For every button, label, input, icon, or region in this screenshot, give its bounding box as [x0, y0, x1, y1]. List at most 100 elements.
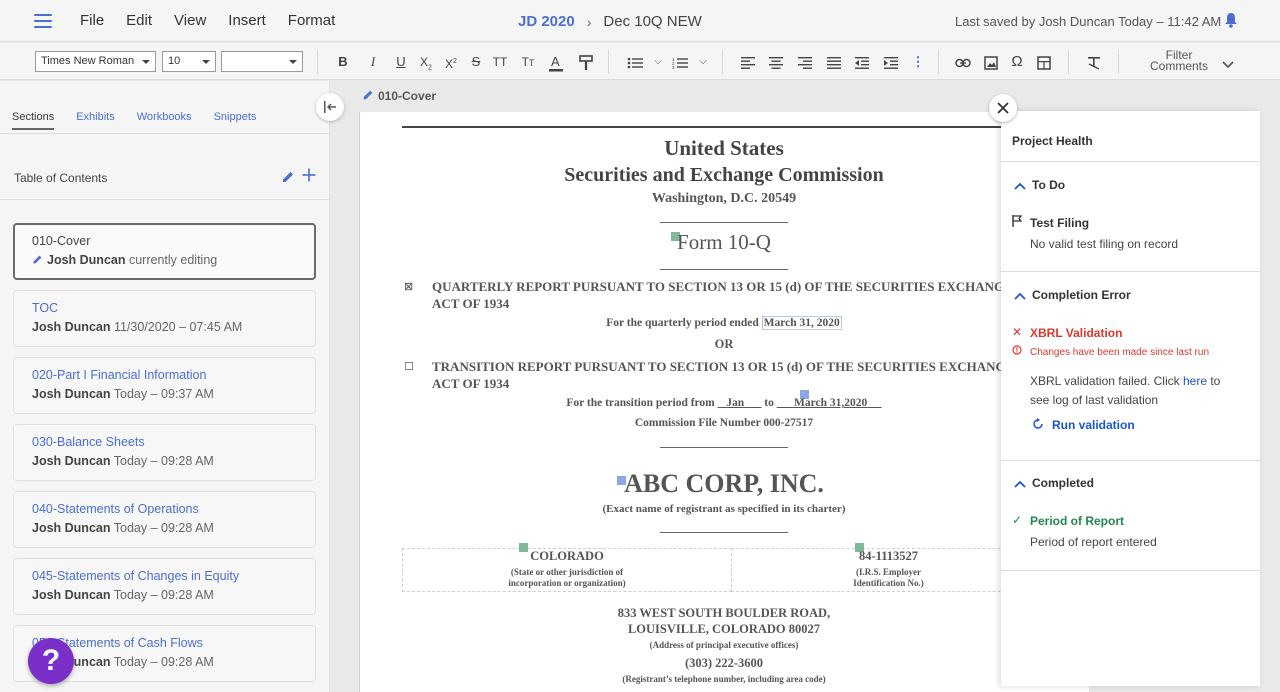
font-size-select[interactable]: 10 [162, 51, 216, 72]
quarterly-report-line-1: QUARTERLY REPORT PURSUANT TO SECTION 13 … [432, 279, 1013, 294]
font-color-icon[interactable]: A [548, 52, 564, 72]
table-icon[interactable] [1036, 52, 1052, 72]
doc-city: Washington, D.C. 20549 [651, 191, 797, 206]
section-card[interactable]: 030-Balance Sheets Josh Duncan Today – 0… [13, 424, 316, 481]
bold-icon[interactable]: B [335, 52, 351, 72]
special-character-icon[interactable]: Ω [1009, 52, 1025, 72]
run-validation-label: Run validation [1052, 418, 1135, 432]
align-right-icon[interactable] [797, 52, 813, 72]
chevron-down-icon[interactable]: ⌵ [695, 52, 711, 72]
format-painter-icon[interactable] [578, 52, 594, 72]
bullet-list-icon[interactable] [627, 52, 643, 72]
plus-icon[interactable] [302, 168, 316, 187]
align-left-icon[interactable] [740, 52, 756, 72]
error-text-prefix: XBRL validation failed. Click [1030, 374, 1180, 388]
section-meta: Josh Duncan 11/30/2020 – 07:45 AM [32, 320, 297, 334]
menu-edit[interactable]: Edit [126, 12, 152, 29]
error-x-icon: ✕ [1012, 325, 1023, 339]
font-family-select[interactable]: Times New Roman [35, 51, 156, 72]
transition-from-value[interactable]: Jan [718, 397, 762, 409]
pencil-icon[interactable] [281, 170, 295, 189]
transition-to-value[interactable]: March 31,2020 [777, 397, 882, 409]
error-heading: Completion Error [1032, 288, 1131, 302]
top-bar: File Edit View Insert Format JD 2020 › D… [0, 0, 1280, 42]
state-value[interactable]: COLORADO [402, 549, 732, 564]
tab-exhibits[interactable]: Exhibits [76, 111, 115, 130]
section-title: TOC [32, 301, 59, 315]
style-select[interactable] [221, 51, 303, 72]
superscript-icon[interactable]: X2 [443, 52, 459, 72]
align-center-icon[interactable] [768, 52, 784, 72]
panel-title: Project Health [1012, 134, 1093, 148]
checked-box-icon[interactable]: ⊠ [404, 280, 413, 293]
error-item-text-2: see log of last validation [1030, 393, 1159, 407]
quarter-period-line: For the quarterly period ended March 31,… [360, 316, 1088, 330]
ein-value[interactable]: 84-1113527 [731, 549, 1046, 564]
small-caps-icon[interactable]: TT [520, 52, 536, 72]
indent-icon[interactable] [883, 52, 899, 72]
menu-view[interactable]: View [174, 12, 206, 29]
all-caps-icon[interactable]: TT [492, 52, 508, 72]
menu-icon[interactable] [34, 14, 52, 28]
todo-heading: To Do [1032, 178, 1066, 192]
section-card[interactable]: TOC Josh Duncan 11/30/2020 – 07:45 AM [13, 290, 316, 347]
quarter-period-value[interactable]: March 31, 2020 [761, 316, 842, 330]
justify-icon[interactable] [826, 52, 842, 72]
state-caption-1: (State or other jurisdiction of [510, 567, 624, 577]
section-user: Josh Duncan [47, 253, 126, 267]
address-line-2: LOUISVILLE, COLORADO 80027 [627, 622, 821, 636]
link-icon[interactable] [955, 52, 971, 72]
divider [1001, 271, 1260, 272]
tab-snippets[interactable]: Snippets [214, 111, 257, 130]
section-card[interactable]: 045-Statements of Changes in Equity Josh… [13, 558, 316, 615]
todo-section-header[interactable]: To Do [1014, 178, 1065, 192]
chevron-down-icon[interactable]: ⌵ [650, 52, 666, 72]
tab-sections[interactable]: Sections [12, 111, 55, 130]
tab-workbooks[interactable]: Workbooks [137, 111, 192, 130]
alert-circle-icon [1012, 345, 1022, 358]
ein-field: 84-1113527 (I.R.S. Employer Identificati… [731, 549, 1046, 589]
chevron-up-icon [1014, 480, 1026, 488]
completed-section-header[interactable]: Completed [1014, 476, 1094, 490]
collapse-panel-button[interactable] [316, 93, 344, 121]
error-section-header[interactable]: Completion Error [1014, 288, 1131, 302]
run-validation-button[interactable]: Run validation [1032, 418, 1135, 432]
ein-caption-1: (I.R.S. Employer [856, 567, 921, 577]
section-card[interactable]: 020-Part I Financial Information Josh Du… [13, 357, 316, 414]
filter-comments-button[interactable]: Filter Comments [1146, 49, 1212, 72]
clear-formatting-icon[interactable] [1086, 52, 1102, 72]
close-button[interactable] [989, 94, 1017, 122]
breadcrumb-project[interactable]: JD 2020 [518, 13, 575, 30]
numbered-list-icon[interactable]: 123 [672, 52, 688, 72]
validation-log-link[interactable]: here [1183, 374, 1207, 388]
menu-format[interactable]: Format [288, 12, 336, 29]
chevron-down-icon[interactable] [1222, 56, 1234, 74]
company-name: ABC CORP, INC. [624, 469, 824, 498]
strikethrough-icon[interactable]: S [468, 52, 484, 72]
outdent-icon[interactable] [854, 52, 870, 72]
section-card[interactable]: 040-Statements of Operations Josh Duncan… [13, 491, 316, 548]
divider [1001, 161, 1260, 162]
help-button[interactable]: ? [28, 638, 74, 684]
section-title: 020-Part I Financial Information [32, 368, 207, 382]
section-card[interactable]: 010-Cover Josh Duncan currently editing [13, 223, 316, 280]
address-caption: (Address of principal executive offices) [649, 640, 799, 650]
error-text-suffix: to [1210, 374, 1221, 388]
image-icon[interactable] [983, 52, 999, 72]
document-page[interactable]: United States Securities and Exchange Co… [359, 112, 1089, 692]
bell-icon[interactable] [1224, 12, 1238, 28]
divider [1001, 460, 1260, 461]
section-time: Today – 09:37 AM [113, 387, 214, 401]
italic-icon[interactable]: I [365, 52, 381, 72]
more-options-icon[interactable]: ⋮ [910, 52, 926, 72]
menu-file[interactable]: File [80, 12, 104, 29]
section-meta: Josh Duncan Today – 09:28 AM [32, 454, 297, 468]
menu-insert[interactable]: Insert [228, 12, 266, 29]
divider [660, 447, 788, 448]
toolbar-divider [317, 50, 318, 74]
underline-icon[interactable]: U [393, 52, 409, 72]
unchecked-box-icon[interactable]: ☐ [404, 360, 414, 373]
breadcrumb-document: Dec 10Q NEW [603, 13, 702, 30]
subscript-icon[interactable]: X2 [418, 52, 434, 72]
pencil-icon [362, 89, 378, 103]
